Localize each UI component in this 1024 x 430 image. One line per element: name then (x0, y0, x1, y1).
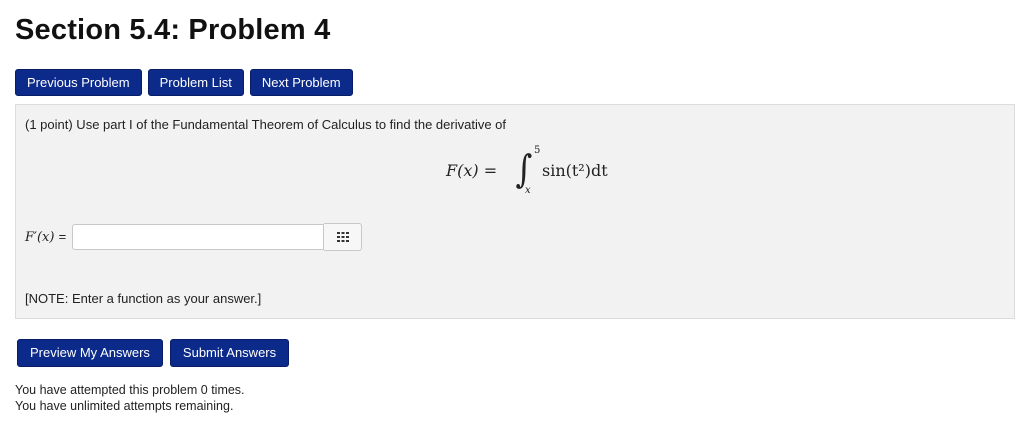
attempts-text: You have attempted this problem 0 times. (15, 383, 245, 397)
submit-answers-button[interactable]: Submit Answers (169, 339, 290, 367)
problem-list-button[interactable]: Problem List (147, 69, 244, 96)
answer-note: [NOTE: Enter a function as your answer.] (25, 291, 262, 306)
page-title: Section 5.4: Problem 4 (15, 14, 331, 46)
previous-problem-button[interactable]: Previous Problem (15, 69, 142, 96)
answer-row: F′(x) = (25, 223, 363, 251)
answer-label-text: F′(x) (25, 230, 55, 245)
integral-upper-limit: 5 (534, 145, 541, 156)
answer-label: F′(x) = (25, 229, 66, 245)
remaining-attempts-text: You have unlimited attempts remaining. (15, 399, 234, 413)
problem-equation: F(x) = ∫ 5 x sin(t²)dt (446, 145, 636, 201)
problem-prompt: (1 point) Use part I of the Fundamental … (25, 117, 507, 132)
problem-nav: Previous Problem Problem List Next Probl… (15, 69, 353, 96)
integral-lower-limit: x (525, 185, 531, 196)
equation-lhs: F(x) = (446, 161, 498, 180)
attempt-status: You have attempted this problem 0 times.… (15, 382, 245, 414)
answer-input[interactable] (72, 224, 325, 250)
answer-equals: = (58, 229, 67, 244)
integrand: sin(t²)dt (542, 161, 608, 180)
preview-answers-button[interactable]: Preview My Answers (17, 339, 163, 367)
next-problem-button[interactable]: Next Problem (249, 69, 353, 96)
math-keypad-button[interactable] (324, 223, 363, 251)
answer-actions: Preview My Answers Submit Answers (17, 339, 290, 367)
problem-panel: (1 point) Use part I of the Fundamental … (15, 104, 1015, 319)
grid-keypad-icon (336, 232, 349, 242)
